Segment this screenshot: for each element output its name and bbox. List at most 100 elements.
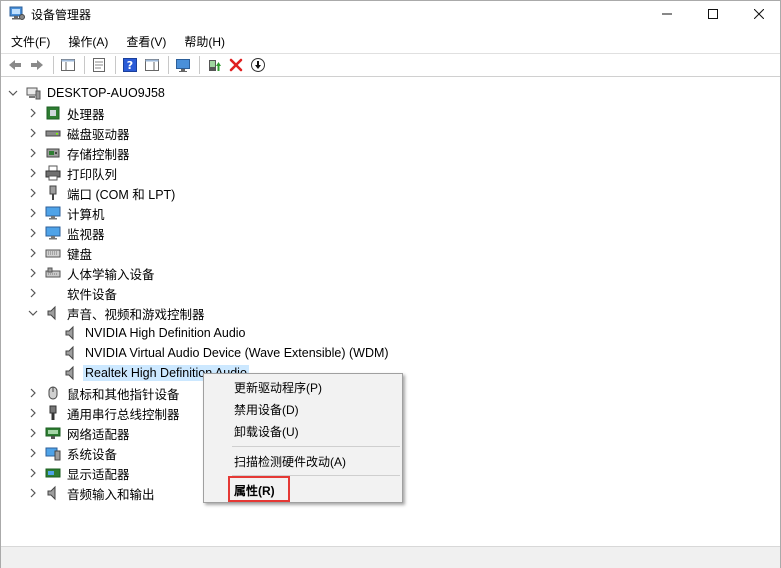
tree-category-disk[interactable]: 磁盘驱动器: [27, 123, 132, 143]
update-driver-button[interactable]: [204, 55, 224, 75]
expand-chevron-icon[interactable]: [27, 227, 39, 239]
software-device-icon: [45, 285, 61, 301]
toolbar-separator: [53, 56, 54, 74]
menu-scan-hardware[interactable]: 扫描检测硬件改动(A): [234, 453, 346, 470]
menu-view[interactable]: 查看(V): [116, 31, 174, 51]
tree-category-cpu[interactable]: 处理器: [27, 103, 107, 123]
expand-chevron-icon[interactable]: [27, 127, 39, 139]
device-manager-app-icon: [9, 5, 25, 21]
expand-chevron-icon[interactable]: [27, 147, 39, 159]
action-pane-button[interactable]: [142, 55, 162, 75]
close-button[interactable]: [736, 1, 781, 27]
title-bar: 设备管理器: [1, 1, 781, 27]
monitor-icon: [45, 225, 61, 241]
back-button[interactable]: [5, 55, 25, 75]
download-circle-icon: [251, 58, 265, 72]
category-label: 声音、视频和游戏控制器: [67, 307, 205, 322]
expand-chevron-icon[interactable]: [27, 427, 39, 439]
menu-action[interactable]: 操作(A): [58, 31, 116, 51]
category-label: 通用串行总线控制器: [67, 407, 180, 422]
disable-device-button[interactable]: [248, 55, 268, 75]
storage-controller-icon: [45, 145, 61, 161]
maximize-button[interactable]: [690, 1, 736, 27]
show-hide-console-tree-button[interactable]: [58, 55, 78, 75]
tree-category-display[interactable]: 显示适配器: [27, 463, 132, 483]
audio-io-icon: [45, 485, 61, 501]
tree-category-system[interactable]: 系统设备: [27, 443, 119, 463]
device-label: NVIDIA High Definition Audio: [85, 326, 246, 340]
forward-button[interactable]: [27, 55, 47, 75]
mouse-icon: [45, 385, 61, 401]
expand-chevron-icon[interactable]: [27, 207, 39, 219]
expand-chevron-icon[interactable]: [27, 267, 39, 279]
computer-name: DESKTOP-AUO9J58: [47, 86, 165, 100]
category-label: 音频输入和输出: [67, 487, 155, 502]
expand-chevron-icon[interactable]: [27, 407, 39, 419]
scan-hardware-button[interactable]: [173, 55, 193, 75]
tree-category-computer[interactable]: 计算机: [27, 203, 107, 223]
console-tree-icon: [61, 59, 75, 71]
tree-root[interactable]: DESKTOP-AUO9J58: [7, 83, 167, 103]
tree-category-audio-io[interactable]: 音频输入和输出: [27, 483, 157, 503]
device-label: NVIDIA Virtual Audio Device (Wave Extens…: [85, 346, 389, 360]
tree-category-monitor[interactable]: 监视器: [27, 223, 107, 243]
category-label: 监视器: [67, 227, 105, 242]
expand-chevron-icon[interactable]: [27, 287, 39, 299]
tree-category-sound[interactable]: 声音、视频和游戏控制器: [27, 303, 207, 323]
tree-category-software[interactable]: 软件设备: [27, 283, 119, 303]
menu-uninstall-device[interactable]: 卸载设备(U): [234, 423, 299, 440]
expand-chevron-icon[interactable]: [27, 487, 39, 499]
category-label: 软件设备: [67, 287, 118, 302]
port-icon: [45, 185, 61, 201]
properties-toolbar-button[interactable]: [89, 55, 109, 75]
expand-chevron-icon[interactable]: [27, 247, 39, 259]
help-button[interactable]: ?: [120, 55, 140, 75]
tree-category-ports[interactable]: 端口 (COM 和 LPT): [27, 183, 177, 203]
system-device-icon: [45, 445, 61, 461]
category-label: 键盘: [67, 247, 93, 262]
expand-chevron-icon[interactable]: [27, 167, 39, 179]
tree-category-hid[interactable]: 人体学输入设备: [27, 263, 157, 283]
category-label: 磁盘驱动器: [67, 127, 130, 142]
tree-category-storage[interactable]: 存储控制器: [27, 143, 132, 163]
back-arrow-icon: [9, 60, 21, 70]
category-label: 端口 (COM 和 LPT): [67, 187, 176, 202]
expand-chevron-icon[interactable]: [27, 467, 39, 479]
svg-text:?: ?: [127, 59, 133, 72]
menu-update-driver[interactable]: 更新驱动程序(P): [234, 379, 322, 396]
category-label: 存储控制器: [67, 147, 130, 162]
device-nvidia-hd-audio[interactable]: NVIDIA High Definition Audio: [63, 323, 248, 343]
toolbar: ?: [1, 53, 780, 77]
menu-disable-device[interactable]: 禁用设备(D): [234, 401, 299, 418]
disk-drive-icon: [45, 125, 61, 141]
monitor-scan-icon: [176, 59, 190, 72]
collapse-chevron-icon[interactable]: [7, 87, 19, 99]
speaker-icon: [63, 365, 79, 381]
device-nvidia-virtual-audio[interactable]: NVIDIA Virtual Audio Device (Wave Extens…: [63, 343, 391, 363]
uninstall-button[interactable]: [226, 55, 246, 75]
window-title: 设备管理器: [31, 8, 92, 22]
tree-category-printer[interactable]: 打印队列: [27, 163, 119, 183]
tree-category-network[interactable]: 网络适配器: [27, 423, 132, 443]
tree-category-keyboard[interactable]: 键盘: [27, 243, 94, 263]
expand-chevron-icon[interactable]: [27, 447, 39, 459]
category-label: 系统设备: [67, 447, 118, 462]
expand-chevron-icon[interactable]: [27, 107, 39, 119]
expand-chevron-icon[interactable]: [27, 387, 39, 399]
status-bar: [1, 546, 780, 568]
menu-help[interactable]: 帮助(H): [174, 31, 233, 51]
network-icon: [45, 425, 61, 441]
computer-root-icon: [25, 85, 41, 101]
tree-category-mouse[interactable]: 鼠标和其他指针设备: [27, 383, 182, 403]
tree-category-usb[interactable]: 通用串行总线控制器: [27, 403, 182, 423]
usb-icon: [45, 405, 61, 421]
collapse-chevron-icon[interactable]: [27, 307, 39, 319]
category-label: 打印队列: [67, 167, 118, 182]
action-pane-icon: [145, 59, 159, 71]
computer-icon: [45, 205, 61, 221]
minimize-button[interactable]: [644, 1, 690, 27]
toolbar-separator: [168, 56, 169, 74]
expand-chevron-icon[interactable]: [27, 187, 39, 199]
menu-file[interactable]: 文件(F): [1, 31, 58, 51]
device-manager-window: 设备管理器 文件(F) 操作(A) 查看(V) 帮助(H) ? DESKTOP-…: [0, 0, 781, 568]
